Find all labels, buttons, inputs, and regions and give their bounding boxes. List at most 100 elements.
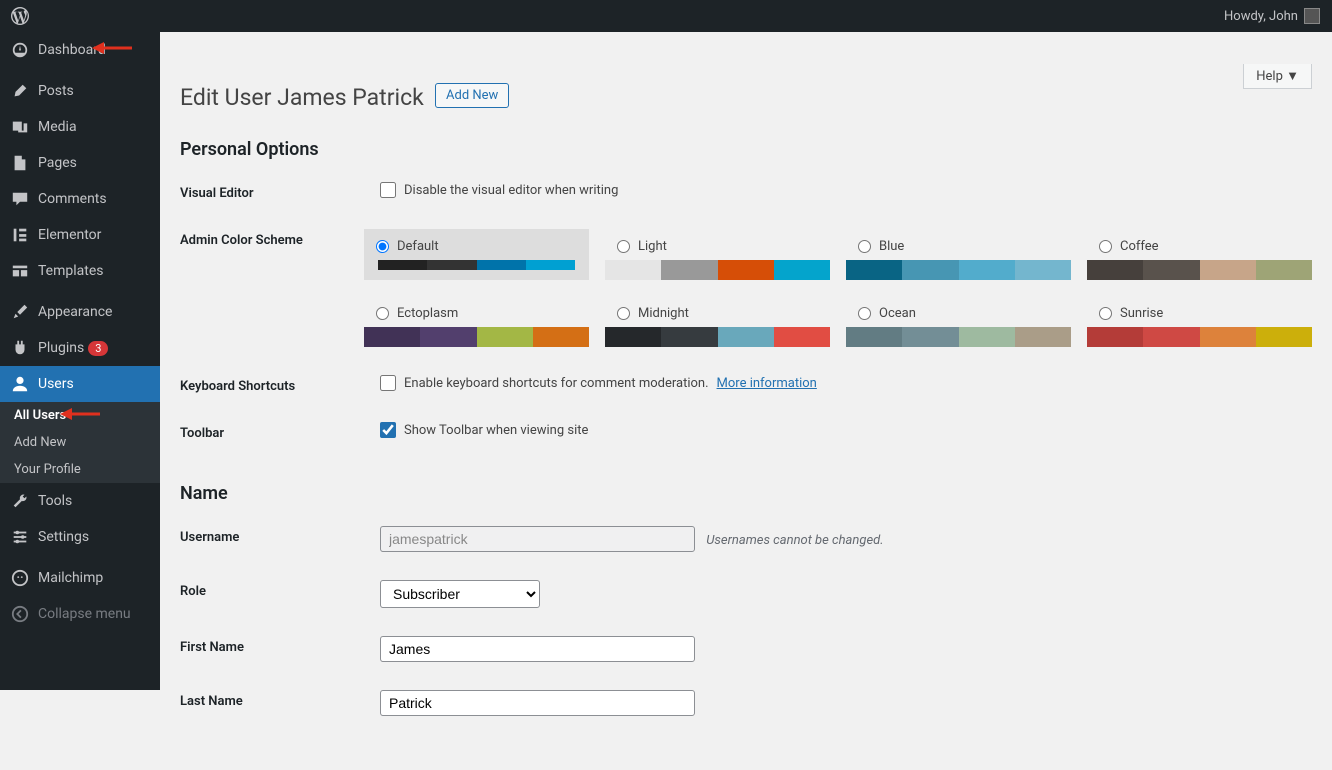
brush-icon bbox=[10, 302, 30, 322]
users-submenu: All Users Add New Your Profile bbox=[0, 402, 160, 483]
color-scheme-radio[interactable] bbox=[376, 240, 389, 253]
sidebar-item-label: Media bbox=[38, 119, 77, 135]
content-area: Help ▼ Edit User James Patrick Add New P… bbox=[160, 64, 1332, 770]
sidebar-item-label: Plugins bbox=[38, 340, 84, 356]
label-last-name: Last Name bbox=[180, 690, 380, 709]
plugin-icon bbox=[10, 338, 30, 358]
color-swatches bbox=[846, 260, 1071, 280]
row-last-name: Last Name bbox=[180, 676, 1312, 730]
color-scheme-option[interactable]: Blue bbox=[846, 229, 1071, 280]
row-role: Role Subscriber bbox=[180, 566, 1312, 622]
wordpress-logo-icon[interactable] bbox=[10, 6, 30, 26]
submenu-label: Add New bbox=[14, 435, 66, 450]
help-tab[interactable]: Help ▼ bbox=[1243, 64, 1312, 89]
collapse-icon bbox=[10, 604, 30, 624]
label-color-scheme: Admin Color Scheme bbox=[180, 229, 364, 248]
media-icon bbox=[10, 117, 30, 137]
sidebar-item-tools[interactable]: Tools bbox=[0, 483, 160, 519]
color-scheme-label: Ectoplasm bbox=[397, 306, 458, 321]
color-scheme-option[interactable]: Coffee bbox=[1087, 229, 1312, 280]
templates-icon bbox=[10, 261, 30, 281]
label-first-name: First Name bbox=[180, 636, 380, 655]
username-note: Usernames cannot be changed. bbox=[706, 533, 883, 548]
sidebar-item-label: Dashboard bbox=[38, 42, 106, 58]
sidebar-item-media[interactable]: Media bbox=[0, 109, 160, 145]
color-swatches bbox=[1087, 260, 1312, 280]
color-schemes-grid: Default Light Blue Coffee Ectoplasm Midnight O… bbox=[364, 229, 1312, 347]
color-scheme-option[interactable]: Light bbox=[605, 229, 830, 280]
last-name-input[interactable] bbox=[380, 690, 695, 716]
page-icon bbox=[10, 153, 30, 173]
color-scheme-option[interactable]: Sunrise bbox=[1087, 296, 1312, 347]
color-scheme-radio[interactable] bbox=[376, 307, 389, 320]
elementor-icon bbox=[10, 225, 30, 245]
color-swatches bbox=[1087, 327, 1312, 347]
sidebar-item-label: Tools bbox=[38, 493, 72, 509]
label-username: Username bbox=[180, 526, 380, 545]
color-scheme-option[interactable]: Default bbox=[364, 229, 589, 280]
sidebar-item-label: Elementor bbox=[38, 227, 101, 243]
sidebar-item-users[interactable]: Users bbox=[0, 366, 160, 402]
color-swatches bbox=[605, 327, 830, 347]
keyboard-checkbox-label: Enable keyboard shortcuts for comment mo… bbox=[404, 376, 709, 391]
submenu-add-new[interactable]: Add New bbox=[0, 429, 160, 456]
visual-editor-checkbox[interactable] bbox=[380, 182, 396, 198]
label-visual-editor: Visual Editor bbox=[180, 182, 380, 201]
sidebar-item-plugins[interactable]: Plugins 3 bbox=[0, 330, 160, 366]
sidebar-item-pages[interactable]: Pages bbox=[0, 145, 160, 181]
row-username: Username Usernames cannot be changed. bbox=[180, 512, 1312, 566]
color-scheme-radio[interactable] bbox=[1099, 240, 1112, 253]
sidebar-item-mailchimp[interactable]: Mailchimp bbox=[0, 560, 160, 596]
toolbar-checkbox[interactable] bbox=[380, 422, 396, 438]
row-toolbar: Toolbar Show Toolbar when viewing site bbox=[180, 408, 1312, 455]
color-scheme-radio[interactable] bbox=[617, 307, 630, 320]
color-scheme-option[interactable]: Ectoplasm bbox=[364, 296, 589, 347]
admin-sidebar: Dashboard Posts Media Pages Comments Ele… bbox=[0, 32, 160, 690]
color-scheme-label: Blue bbox=[879, 239, 904, 254]
row-color-scheme: Admin Color Scheme Default Light Blue Coffe… bbox=[180, 215, 1312, 361]
color-scheme-label: Midnight bbox=[638, 306, 689, 321]
sidebar-item-label: Posts bbox=[38, 83, 74, 99]
color-scheme-label: Default bbox=[397, 239, 439, 254]
submenu-your-profile[interactable]: Your Profile bbox=[0, 456, 160, 483]
color-swatches bbox=[846, 327, 1071, 347]
sidebar-item-appearance[interactable]: Appearance bbox=[0, 294, 160, 330]
visual-editor-checkbox-label: Disable the visual editor when writing bbox=[404, 183, 618, 198]
toolbar-checkbox-label: Show Toolbar when viewing site bbox=[404, 423, 588, 438]
sidebar-item-label: Templates bbox=[38, 263, 104, 279]
section-name: Name bbox=[180, 483, 1312, 504]
keyboard-checkbox[interactable] bbox=[380, 375, 396, 391]
page-title: Edit User James Patrick bbox=[180, 64, 424, 111]
sidebar-item-posts[interactable]: Posts bbox=[0, 73, 160, 109]
sidebar-item-settings[interactable]: Settings bbox=[0, 519, 160, 555]
account-menu[interactable]: Howdy, John bbox=[1224, 8, 1322, 24]
keyboard-more-link[interactable]: More information bbox=[717, 376, 817, 391]
color-swatches bbox=[605, 260, 830, 280]
mailchimp-icon bbox=[10, 568, 30, 588]
color-scheme-radio[interactable] bbox=[617, 240, 630, 253]
color-scheme-label: Coffee bbox=[1120, 239, 1159, 254]
sidebar-item-collapse[interactable]: Collapse menu bbox=[0, 596, 160, 632]
label-keyboard: Keyboard Shortcuts bbox=[180, 375, 380, 394]
howdy-text: Howdy, John bbox=[1224, 9, 1298, 24]
color-scheme-radio[interactable] bbox=[858, 307, 871, 320]
section-personal-options: Personal Options bbox=[180, 139, 1312, 160]
sidebar-item-templates[interactable]: Templates bbox=[0, 253, 160, 289]
sidebar-item-comments[interactable]: Comments bbox=[0, 181, 160, 217]
color-scheme-radio[interactable] bbox=[1099, 307, 1112, 320]
role-select[interactable]: Subscriber bbox=[380, 580, 540, 608]
sidebar-item-elementor[interactable]: Elementor bbox=[0, 217, 160, 253]
sidebar-item-label: Appearance bbox=[38, 304, 112, 320]
sidebar-item-label: Users bbox=[38, 376, 74, 392]
sidebar-item-dashboard[interactable]: Dashboard bbox=[0, 32, 160, 68]
dashboard-icon bbox=[10, 40, 30, 60]
update-badge: 3 bbox=[88, 341, 108, 356]
color-scheme-radio[interactable] bbox=[858, 240, 871, 253]
submenu-all-users[interactable]: All Users bbox=[0, 402, 160, 429]
add-new-button[interactable]: Add New bbox=[435, 83, 509, 108]
color-scheme-option[interactable]: Ocean bbox=[846, 296, 1071, 347]
sidebar-item-label: Comments bbox=[38, 191, 107, 207]
first-name-input[interactable] bbox=[380, 636, 695, 662]
color-swatches bbox=[364, 260, 589, 280]
color-scheme-option[interactable]: Midnight bbox=[605, 296, 830, 347]
